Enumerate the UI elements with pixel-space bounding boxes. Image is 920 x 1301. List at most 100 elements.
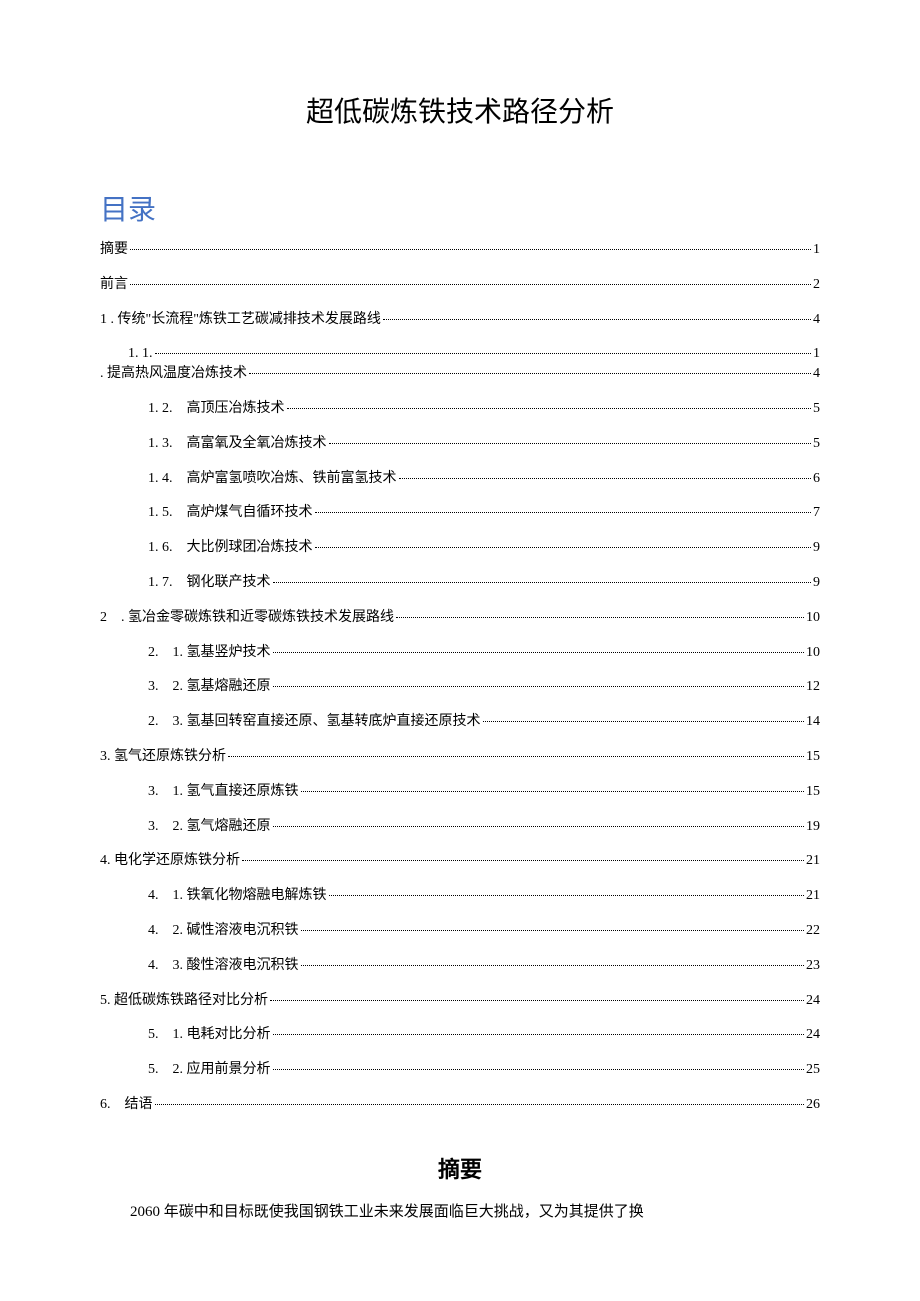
toc-entry-page: 10	[806, 645, 820, 662]
toc-entry-page: 21	[806, 853, 820, 870]
toc-entry-page: 9	[813, 540, 820, 557]
toc-entry-label: 1. 4. 高炉富氢喷吹冶炼、铁前富氢技术	[148, 471, 397, 488]
toc-entry-label: 6. 结语	[100, 1097, 153, 1114]
toc-leader	[315, 547, 812, 548]
toc-leader	[273, 1069, 805, 1070]
toc-entry[interactable]: 4. 3. 酸性溶液电沉积铁 23	[100, 958, 820, 975]
toc-leader	[329, 895, 805, 896]
toc-entry-page: 10	[806, 610, 820, 627]
toc-entry-label: 1 . 传统"长流程"炼铁工艺碳减排技术发展路线	[100, 312, 381, 329]
toc-entry-label: 5. 1. 电耗对比分析	[148, 1027, 271, 1044]
toc-entry-page: 14	[806, 714, 820, 731]
toc-leader	[273, 826, 805, 827]
toc-entry-page: 4	[813, 366, 820, 383]
toc-entry-label: 1. 1.	[128, 346, 153, 363]
toc-entry[interactable]: 3. 2. 氢基熔融还原 12	[100, 679, 820, 696]
toc-entry[interactable]: 1. 4. 高炉富氢喷吹冶炼、铁前富氢技术 6	[100, 471, 820, 488]
toc-leader	[273, 686, 805, 687]
toc-entry-label: 2. 1. 氢基竖炉技术	[148, 645, 271, 662]
toc-entry[interactable]: 5. 2. 应用前景分析 25	[100, 1062, 820, 1079]
toc-entry[interactable]: 5. 1. 电耗对比分析 24	[100, 1027, 820, 1044]
toc-entry-label: 1. 5. 高炉煤气自循环技术	[148, 505, 313, 522]
toc-entry[interactable]: 1. 2. 高顶压冶炼技术 5	[100, 401, 820, 418]
toc-entry-label: 3. 2. 氢基熔融还原	[148, 679, 271, 696]
toc-entry-label: 4. 1. 铁氧化物熔融电解炼铁	[148, 888, 327, 905]
toc-entry[interactable]: 2. 1. 氢基竖炉技术 10	[100, 645, 820, 662]
toc-leader	[270, 1000, 804, 1001]
document-title: 超低碳炼铁技术路径分析	[100, 90, 820, 130]
toc-entry[interactable]: 4. 电化学还原炼铁分析 21	[100, 853, 820, 870]
toc-entry-label: 5. 2. 应用前景分析	[148, 1062, 271, 1079]
toc-entry-label: . 提高热风温度冶炼技术	[100, 366, 247, 383]
toc-leader	[273, 652, 805, 653]
toc-leader	[329, 443, 812, 444]
toc-leader	[130, 249, 811, 250]
toc-entry[interactable]: 1. 7. 钢化联产技术 9	[100, 575, 820, 592]
toc-leader	[399, 478, 812, 479]
toc-leader	[383, 319, 811, 320]
toc-leader	[242, 860, 804, 861]
toc-entry-label: 1. 7. 钢化联产技术	[148, 575, 271, 592]
toc-entry-page: 25	[806, 1062, 820, 1079]
abstract-heading: 摘要	[100, 1152, 820, 1184]
toc-entry-label: 摘要	[100, 242, 128, 259]
toc-entry[interactable]: . 提高热风温度冶炼技术 4	[100, 366, 820, 383]
toc-leader	[249, 373, 811, 374]
abstract-body: 2060 年碳中和目标既使我国钢铁工业未来发展面临巨大挑战，又为其提供了换	[100, 1198, 820, 1227]
toc-entry-label: 3. 1. 氢气直接还原炼铁	[148, 784, 299, 801]
toc-entry-label: 1. 2. 高顶压冶炼技术	[148, 401, 285, 418]
toc-entry-page: 15	[806, 784, 820, 801]
toc-heading: 目录	[100, 188, 820, 228]
toc-entry-page: 6	[813, 471, 820, 488]
toc-entry[interactable]: 6. 结语 26	[100, 1097, 820, 1114]
toc-entry-page: 24	[806, 1027, 820, 1044]
toc-leader	[228, 756, 804, 757]
toc-entry[interactable]: 4. 2. 碱性溶液电沉积铁 22	[100, 923, 820, 940]
toc-entry-label: 1. 3. 高富氧及全氧冶炼技术	[148, 436, 327, 453]
toc-entry[interactable]: 1. 1. 1	[100, 346, 820, 363]
toc-entry-label: 前言	[100, 277, 128, 294]
toc-entry[interactable]: 1 . 传统"长流程"炼铁工艺碳减排技术发展路线 4	[100, 312, 820, 329]
toc-entry-label: 3. 2. 氢气熔融还原	[148, 819, 271, 836]
toc-entry-label: 4. 电化学还原炼铁分析	[100, 853, 240, 870]
toc-entry-label: 4. 2. 碱性溶液电沉积铁	[148, 923, 299, 940]
toc-leader	[155, 1104, 805, 1105]
toc-entry[interactable]: 1. 3. 高富氧及全氧冶炼技术 5	[100, 436, 820, 453]
toc-entry-page: 4	[813, 312, 820, 329]
toc-entry-page: 19	[806, 819, 820, 836]
toc-entry[interactable]: 4. 1. 铁氧化物熔融电解炼铁 21	[100, 888, 820, 905]
toc-entry-page: 15	[806, 749, 820, 766]
toc-entry-page: 24	[806, 993, 820, 1010]
toc-entry-page: 5	[813, 401, 820, 418]
toc-entry-page: 7	[813, 505, 820, 522]
toc-entry-page: 9	[813, 575, 820, 592]
toc-entry-page: 21	[806, 888, 820, 905]
toc-entry-label: 4. 3. 酸性溶液电沉积铁	[148, 958, 299, 975]
toc-leader	[273, 1034, 805, 1035]
toc-entry-page: 26	[806, 1097, 820, 1114]
toc-entry[interactable]: 前言 2	[100, 277, 820, 294]
toc-entry-page: 2	[813, 277, 820, 294]
toc-entry-page: 1	[813, 242, 820, 259]
toc-entry-page: 12	[806, 679, 820, 696]
toc-leader	[315, 512, 812, 513]
toc-entry[interactable]: 3. 2. 氢气熔融还原 19	[100, 819, 820, 836]
toc-entry[interactable]: 摘要 1	[100, 242, 820, 259]
toc-entry-label: 3. 氢气还原炼铁分析	[100, 749, 226, 766]
toc-entry[interactable]: 3. 1. 氢气直接还原炼铁 15	[100, 784, 820, 801]
toc-entry-page: 1	[813, 346, 820, 363]
toc-entry[interactable]: 5. 超低碳炼铁路径对比分析24	[100, 993, 820, 1010]
toc-leader	[301, 791, 805, 792]
toc-entry[interactable]: 1. 6. 大比例球团冶炼技术 9	[100, 540, 820, 557]
toc-entry-page: 5	[813, 436, 820, 453]
toc-leader	[287, 408, 812, 409]
toc-entry-label: 2. 3. 氢基回转窑直接还原、氢基转底炉直接还原技术	[148, 714, 481, 731]
toc-entry[interactable]: 2 . 氢冶金零碳炼铁和近零碳炼铁技术发展路线10	[100, 610, 820, 627]
toc-entry[interactable]: 1. 5. 高炉煤气自循环技术 7	[100, 505, 820, 522]
toc-leader	[130, 284, 811, 285]
toc-leader	[483, 721, 805, 722]
toc-entry[interactable]: 2. 3. 氢基回转窑直接还原、氢基转底炉直接还原技术 14	[100, 714, 820, 731]
toc-entry[interactable]: 3. 氢气还原炼铁分析 15	[100, 749, 820, 766]
toc-leader	[155, 353, 812, 354]
toc-leader	[396, 617, 804, 618]
